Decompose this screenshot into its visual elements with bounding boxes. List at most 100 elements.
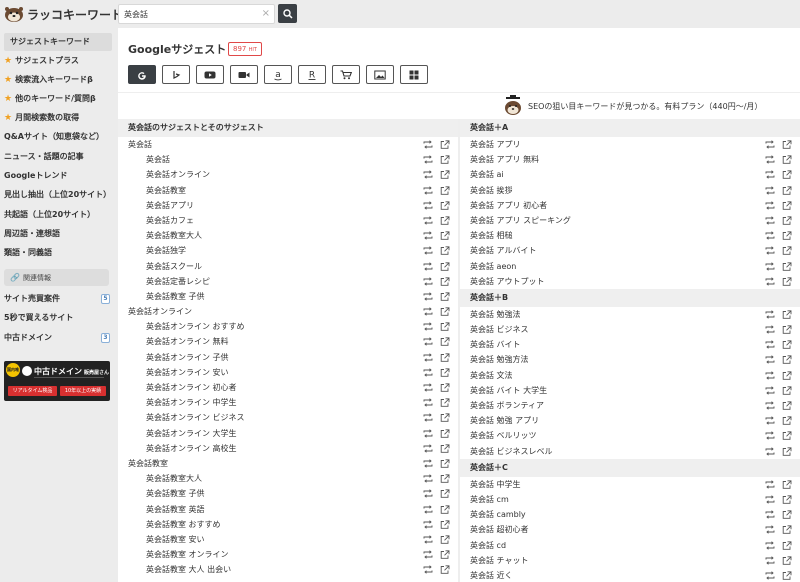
repeat-search-icon[interactable] [765,510,775,519]
list-item[interactable]: 英会話 近く [460,568,800,582]
list-item[interactable]: 英会話 勉強 アプリ [460,413,800,428]
external-link-icon[interactable] [440,185,450,195]
engine-image-button[interactable] [366,65,394,84]
external-link-icon[interactable] [440,155,450,164]
repeat-search-icon[interactable] [423,337,433,347]
list-item[interactable]: 英会話 チャット [460,553,800,568]
list-item[interactable]: 英会話 超初心者 [460,522,800,537]
external-link-icon[interactable] [440,246,450,256]
repeat-search-icon[interactable] [765,386,775,395]
external-link-icon[interactable] [782,540,792,550]
external-link-icon[interactable] [440,170,450,180]
external-link-icon[interactable] [440,474,450,483]
list-item[interactable]: 英会話 文法 [460,368,800,383]
external-link-icon[interactable] [782,185,792,195]
list-item[interactable]: 英会話スクール [118,259,458,274]
repeat-search-icon[interactable] [423,398,433,407]
repeat-search-icon[interactable] [765,340,775,349]
external-link-icon[interactable] [782,140,792,149]
repeat-search-icon[interactable] [765,431,775,441]
external-link-icon[interactable] [440,550,450,559]
external-link-icon[interactable] [782,355,792,365]
list-item[interactable]: 英会話カフェ [118,213,458,228]
paid-plan-promo[interactable]: SEOの狙い目キーワードが見つかる。有料プラン（440円〜/月） [502,95,762,117]
sidebar-item-questions[interactable]: ★ 他のキーワード/質問β [4,90,96,108]
external-link-icon[interactable] [782,201,792,210]
repeat-search-icon[interactable] [423,565,433,574]
list-item[interactable]: 英会話 ビジネス [460,322,800,337]
clear-icon[interactable]: × [262,8,270,20]
repeat-search-icon[interactable] [423,292,433,301]
repeat-search-icon[interactable] [423,383,433,392]
list-item[interactable]: 英会話オンライン おすすめ [118,319,458,334]
external-link-icon[interactable] [782,231,792,240]
list-item[interactable]: 英会話 勉強方法 [460,352,800,367]
repeat-search-icon[interactable] [423,155,433,164]
external-link-icon[interactable] [440,352,450,362]
repeat-search-icon[interactable] [423,550,433,559]
external-link-icon[interactable] [782,431,792,441]
external-link-icon[interactable] [440,444,450,453]
repeat-search-icon[interactable] [765,495,775,504]
external-link-icon[interactable] [782,277,792,286]
list-item[interactable]: 英会話 アプリ スピーキング [460,213,800,228]
list-item[interactable]: 英会話オンライン 初心者 [118,380,458,395]
list-item[interactable]: 英会話 アウトプット [460,274,800,289]
repeat-search-icon[interactable] [765,155,775,164]
sidebar-item-synonyms[interactable]: 類語・同義語 [4,244,52,262]
external-link-icon[interactable] [782,401,792,410]
external-link-icon[interactable] [782,571,792,580]
engine-rakuten-button[interactable]: R [298,65,326,84]
repeat-search-icon[interactable] [765,446,775,456]
external-link-icon[interactable] [782,416,792,425]
engine-apps-button[interactable] [400,65,428,84]
repeat-search-icon[interactable] [423,261,433,271]
repeat-search-icon[interactable] [423,504,433,514]
external-link-icon[interactable] [782,155,792,164]
repeat-search-icon[interactable] [423,535,433,544]
list-item[interactable]: 英会話オンライン 高校生 [118,441,458,456]
external-link-icon[interactable] [440,459,450,468]
list-item[interactable]: 英会話教室 安い [118,532,458,547]
sidebar-item-inflow[interactable]: ★ 検索流入キーワードβ [4,71,93,89]
list-item[interactable]: 英会話教室 オンライン [118,547,458,562]
list-item[interactable]: 英会話 ボランティア [460,398,800,413]
list-item[interactable]: 英会話教室 子供 [118,289,458,304]
sidebar-link-used-domain[interactable]: 中古ドメイン 3 [4,329,110,347]
list-item[interactable]: 英会話オンライン 安い [118,365,458,380]
repeat-search-icon[interactable] [423,428,433,438]
external-link-icon[interactable] [440,520,450,529]
external-link-icon[interactable] [440,261,450,271]
list-item[interactable]: 英会話 [118,137,458,152]
external-link-icon[interactable] [782,525,792,535]
list-item[interactable]: 英会話 アルバイト [460,243,800,258]
logo[interactable]: ラッコキーワード [4,3,123,25]
repeat-search-icon[interactable] [765,277,775,286]
list-item[interactable]: 英会話オンライン 子供 [118,350,458,365]
list-item[interactable]: 英会話オンライン 中学生 [118,395,458,410]
engine-bing-button[interactable] [162,65,190,84]
list-item[interactable]: 英会話 cm [460,492,800,507]
external-link-icon[interactable] [440,504,450,514]
repeat-search-icon[interactable] [765,185,775,195]
external-link-icon[interactable] [440,231,450,240]
repeat-search-icon[interactable] [765,540,775,550]
list-item[interactable]: 英会話アプリ [118,198,458,213]
repeat-search-icon[interactable] [765,246,775,255]
external-link-icon[interactable] [440,277,450,286]
repeat-search-icon[interactable] [765,416,775,425]
repeat-search-icon[interactable] [765,370,775,380]
external-link-icon[interactable] [440,337,450,347]
external-link-icon[interactable] [440,368,450,377]
external-link-icon[interactable] [440,413,450,423]
repeat-search-icon[interactable] [423,459,433,468]
list-item[interactable]: 英会話 中学生 [460,477,800,492]
sidebar-item-suggest[interactable]: サジェストキーワード [4,33,112,51]
engine-video-button[interactable] [230,65,258,84]
repeat-search-icon[interactable] [765,201,775,210]
sidebar-item-cooccur[interactable]: 共起語（上位20サイト） [4,206,95,224]
list-item[interactable]: 英会話 [118,152,458,167]
list-item[interactable]: 英会話 ビジネスレベル [460,444,800,459]
repeat-search-icon[interactable] [765,170,775,180]
sidebar-item-trends[interactable]: Googleトレンド [4,167,67,185]
